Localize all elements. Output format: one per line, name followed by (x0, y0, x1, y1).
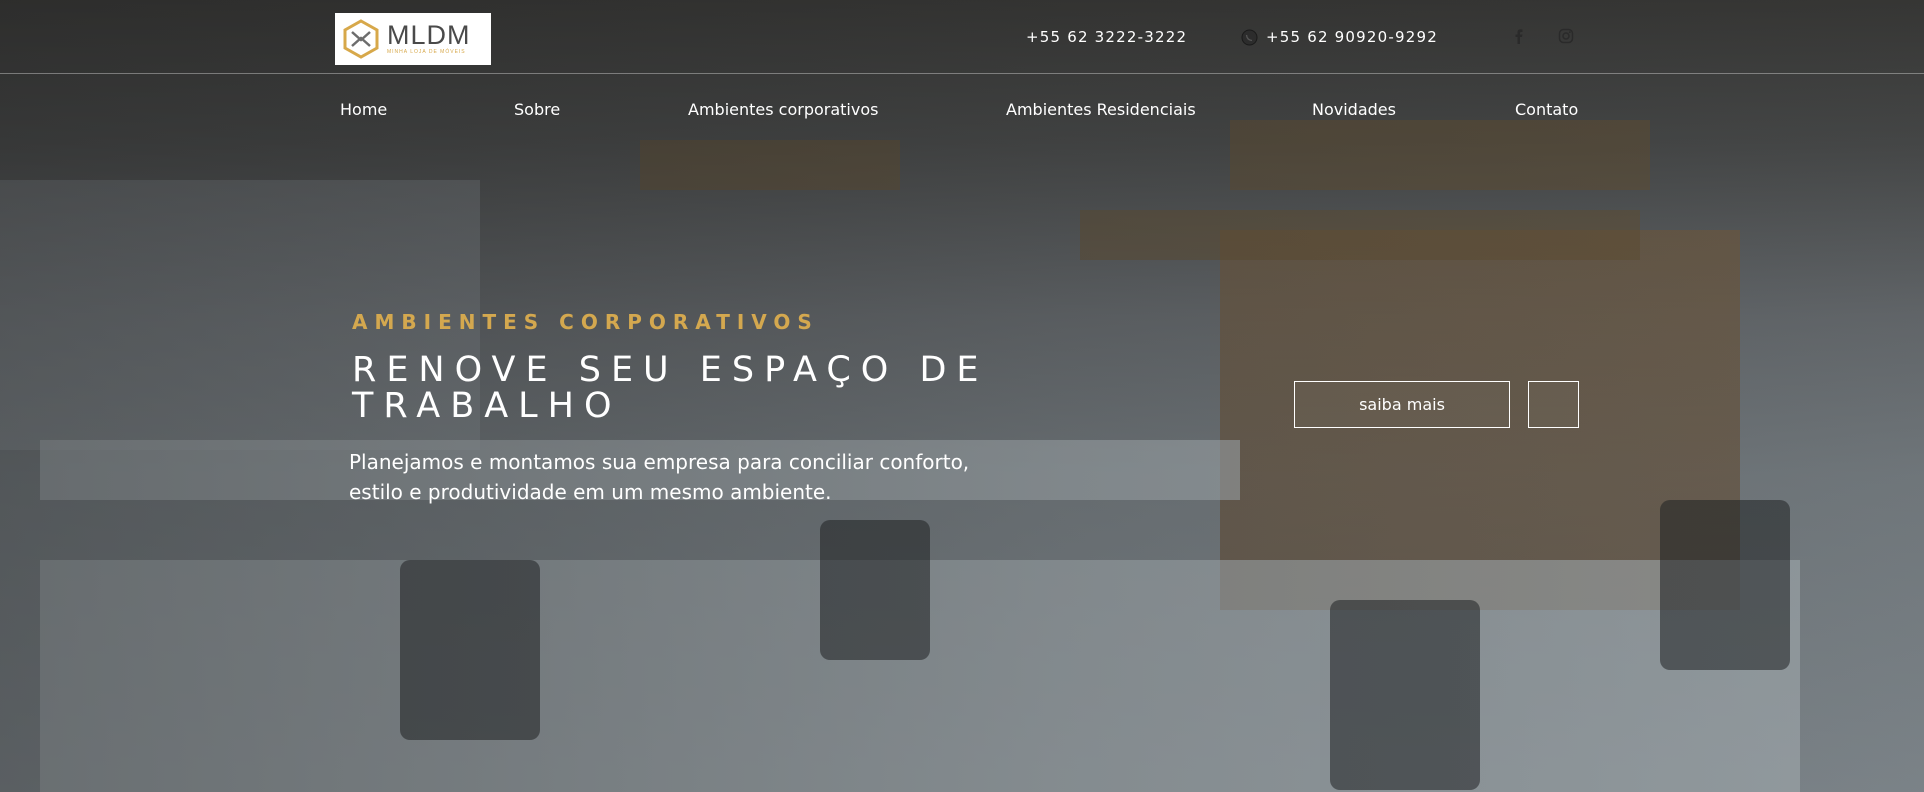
nav-item-ambientes-residenciais[interactable]: Ambientes Residenciais (1006, 100, 1196, 119)
nav-item-contato[interactable]: Contato (1515, 100, 1578, 119)
phone-whatsapp-text: +55 62 90920-9292 (1266, 28, 1438, 46)
hero-subtext: Planejamos e montamos sua empresa para c… (349, 450, 970, 504)
next-slide-button[interactable] (1528, 381, 1579, 428)
logo-word: MLDM (387, 20, 471, 50)
nav-item-novidades[interactable]: Novidades (1312, 100, 1396, 119)
top-bar: MLDM MINHA LOJA DE MÓVEIS +55 62 3222-32… (0, 0, 1924, 74)
saiba-mais-button[interactable]: saiba mais (1294, 381, 1510, 428)
instagram-icon[interactable] (1556, 26, 1576, 46)
facebook-icon[interactable] (1509, 26, 1529, 46)
main-nav: Home Sobre Ambientes corporativos Ambien… (0, 100, 1924, 124)
hero-headline: RENOVE SEU ESPAÇO DE TRABALHO (352, 350, 989, 426)
logo[interactable]: MLDM MINHA LOJA DE MÓVEIS (335, 13, 491, 65)
saiba-mais-label: saiba mais (1359, 395, 1445, 414)
nav-item-sobre[interactable]: Sobre (514, 100, 560, 119)
phone-primary[interactable]: +55 62 3222-3222 (1026, 28, 1187, 46)
logo-mark-icon (339, 17, 383, 61)
hero-section: MLDM MINHA LOJA DE MÓVEIS +55 62 3222-32… (0, 0, 1924, 792)
nav-item-home[interactable]: Home (340, 100, 387, 119)
nav-item-ambientes-corporativos[interactable]: Ambientes corporativos (688, 100, 878, 119)
logo-text: MLDM MINHA LOJA DE MÓVEIS (387, 22, 471, 56)
whatsapp-icon (1241, 29, 1258, 46)
logo-tagline: MINHA LOJA DE MÓVEIS (387, 49, 466, 55)
phone-whatsapp[interactable]: +55 62 90920-9292 (1241, 28, 1438, 46)
hero-kicker: AMBIENTES CORPORATIVOS (352, 310, 819, 334)
phone-primary-text: +55 62 3222-3222 (1026, 28, 1188, 46)
